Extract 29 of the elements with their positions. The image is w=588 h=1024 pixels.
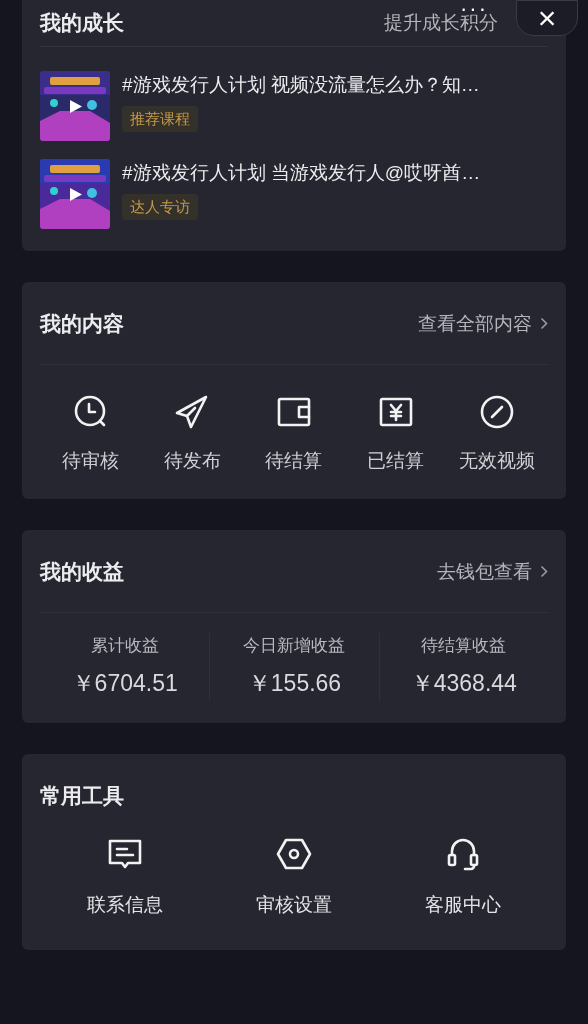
stat-label: 待结算收益 [421, 634, 507, 657]
content-status-button[interactable]: 无效视频 [446, 392, 548, 475]
section-title: 我的收益 [40, 559, 124, 585]
section-link[interactable]: 去钱包查看 [437, 557, 548, 586]
chevron-right-icon [540, 317, 548, 331]
stat-value: ￥4368.44 [410, 669, 517, 698]
section-title: 常用工具 [40, 782, 124, 809]
stat-label: 累计收益 [90, 634, 159, 657]
stat-value: ￥155.66 [247, 669, 342, 698]
close-button[interactable]: × [517, 2, 577, 34]
play-icon [69, 99, 83, 114]
section-title: 我的内容 [40, 311, 124, 337]
stat-label: 今日新增收益 [243, 634, 346, 657]
play-icon [69, 187, 83, 202]
chevron-right-icon [540, 565, 548, 579]
tool-button[interactable]: 联系信息 [40, 835, 210, 920]
tool-button[interactable]: 审核设置 [209, 835, 379, 920]
stat-value: ￥6704.51 [71, 669, 178, 698]
section-title: 我的成长 [40, 10, 124, 37]
tool-button[interactable]: 客服中心 [378, 835, 548, 920]
course-tag: 达人专访 [122, 193, 198, 220]
content-status-button[interactable]: 已结算 [344, 392, 447, 475]
content-status-button[interactable]: 待审核 [40, 392, 142, 475]
content-status-button[interactable]: 待发布 [141, 392, 244, 475]
course-title[interactable]: #游戏发行人计划 视频没流量怎么办？知… [122, 71, 480, 100]
course-title[interactable]: #游戏发行人计划 当游戏发行人@哎呀酋… [122, 159, 481, 188]
course-tag: 推荐课程 [122, 105, 198, 132]
section-link[interactable]: 查看全部内容 [418, 309, 548, 338]
content-status-button[interactable]: 待结算 [243, 392, 345, 475]
